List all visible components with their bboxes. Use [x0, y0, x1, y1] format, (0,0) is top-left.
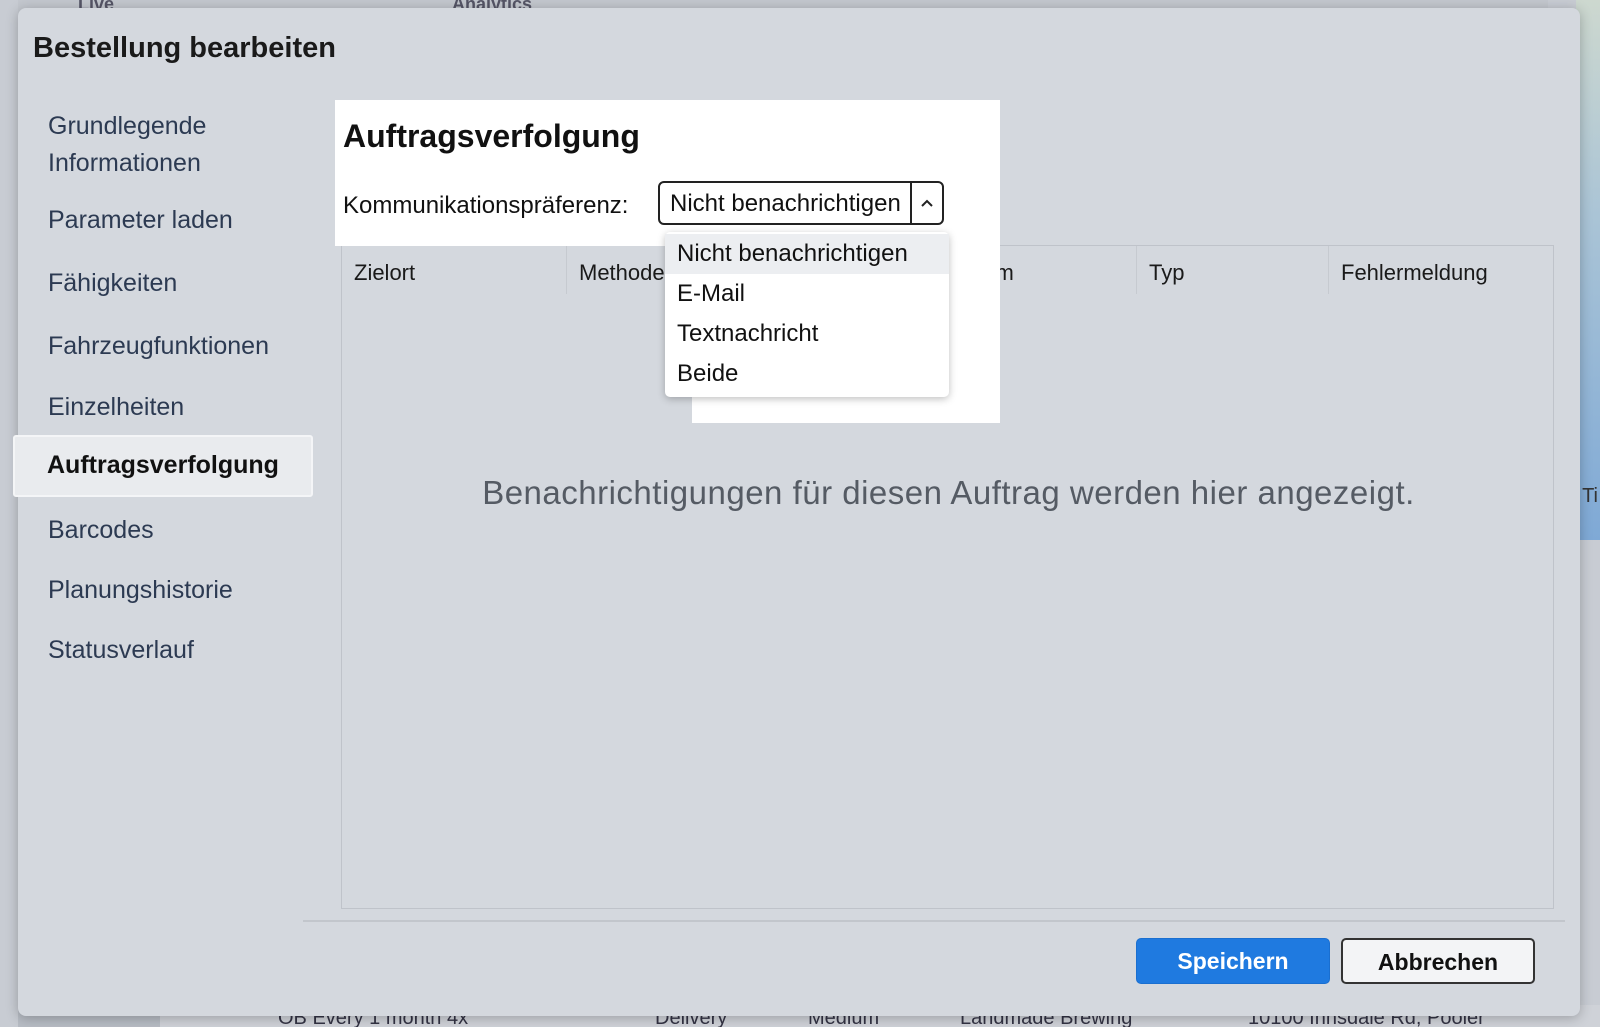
- tracking-panel-header: Auftragsverfolgung Kommunikationspräfere…: [335, 100, 1000, 246]
- option-text-message[interactable]: Textnachricht: [665, 314, 949, 354]
- sidebar-item-order-tracking[interactable]: Auftragsverfolgung: [13, 435, 313, 497]
- background-left-strip: [0, 0, 18, 1027]
- column-header-type[interactable]: Typ: [1137, 246, 1329, 294]
- edit-order-dialog: Bestellung bearbeiten Grundlegende Infor…: [13, 8, 1580, 1016]
- sidebar-item-basic-info[interactable]: Grundlegende Informationen: [48, 108, 268, 182]
- cancel-button[interactable]: Abbrechen: [1341, 938, 1535, 984]
- communication-preference-select[interactable]: Nicht benachrichtigen: [658, 181, 944, 225]
- communication-preference-dropdown: Nicht benachrichtigen E-Mail Textnachric…: [665, 232, 949, 397]
- option-no-notify[interactable]: Nicht benachrichtigen: [665, 234, 949, 274]
- option-email[interactable]: E-Mail: [665, 274, 949, 314]
- sidebar-item-details[interactable]: Einzelheiten: [48, 389, 184, 426]
- sidebar-item-barcodes[interactable]: Barcodes: [48, 512, 154, 549]
- sidebar-item-load-parameters[interactable]: Parameter laden: [48, 202, 233, 239]
- chevron-up-icon[interactable]: [910, 183, 942, 223]
- column-header-destination[interactable]: Zielort: [342, 246, 567, 294]
- footer-divider: [303, 920, 1565, 922]
- column-header-error[interactable]: Fehlermeldung: [1329, 246, 1555, 294]
- sidebar-item-planning-history[interactable]: Planungshistorie: [48, 572, 233, 609]
- panel-title: Auftragsverfolgung: [343, 118, 640, 154]
- select-value: Nicht benachrichtigen: [670, 190, 901, 217]
- empty-state-message: Benachrichtigungen für diesen Auftrag we…: [482, 474, 1415, 511]
- communication-preference-label: Kommunikationspräferenz:: [343, 192, 629, 219]
- sidebar-item-vehicle-functions[interactable]: Fahrzeugfunktionen: [48, 328, 269, 365]
- save-button[interactable]: Speichern: [1136, 938, 1330, 984]
- sidebar-item-capabilities[interactable]: Fähigkeiten: [48, 265, 177, 302]
- bg-right-label: Ti: [1582, 485, 1598, 507]
- sidebar-item-status-history[interactable]: Statusverlauf: [48, 632, 194, 669]
- dialog-title: Bestellung bearbeiten: [33, 32, 336, 64]
- option-both[interactable]: Beide: [665, 354, 949, 394]
